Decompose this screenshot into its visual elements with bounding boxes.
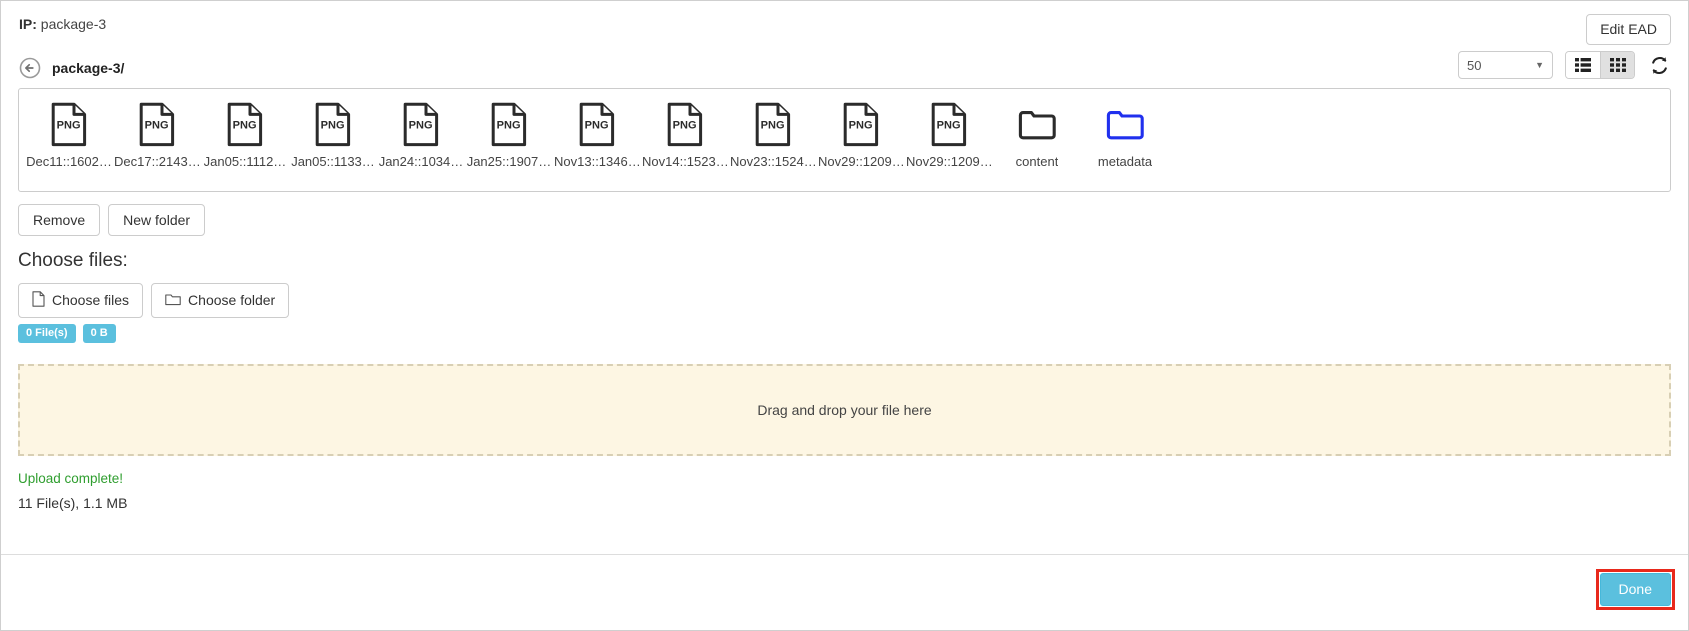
svg-text:PNG: PNG <box>145 119 169 131</box>
dropzone-wrapper: Drag and drop your file here <box>1 343 1688 457</box>
page-size-value: 50 <box>1467 57 1482 73</box>
svg-text:PNG: PNG <box>937 119 961 131</box>
view-toggle-group <box>1565 51 1635 79</box>
file-tile-label: Jan25::1907… <box>466 154 552 169</box>
dropzone-label: Drag and drop your file here <box>757 402 932 419</box>
png-file-icon: PNG <box>665 101 705 148</box>
choose-folder-button[interactable]: Choose folder <box>151 282 290 318</box>
svg-text:PNG: PNG <box>497 119 521 131</box>
svg-text:PNG: PNG <box>849 119 873 131</box>
file-tile[interactable]: PNGJan05::1133… <box>289 99 377 169</box>
ip-label-value: package-3 <box>40 16 107 32</box>
file-tile[interactable]: PNGJan05::1112… <box>201 99 289 169</box>
upload-summary: 11 File(s), 1.1 MB <box>18 494 128 511</box>
file-size-badge: 0 B <box>82 323 116 344</box>
upload-counters: 0 File(s) 0 B <box>1 318 1688 344</box>
ip-file-browser-page: IP: package-3 Edit EAD package-3/ 50 ▼ P… <box>0 0 1689 631</box>
file-tile[interactable]: PNGJan24::1034… <box>377 99 465 169</box>
svg-text:PNG: PNG <box>233 119 257 131</box>
remove-button[interactable]: Remove <box>18 204 101 237</box>
folder-icon <box>1017 101 1057 148</box>
png-file-icon: PNG <box>929 101 969 148</box>
file-tile[interactable]: PNGJan25::1907… <box>465 99 553 169</box>
file-tile-label: Dec17::2143… <box>114 154 200 169</box>
file-tile[interactable]: PNGDec11::1602… <box>25 99 113 169</box>
file-tile-label: Nov29::1209… <box>818 154 904 169</box>
svg-text:PNG: PNG <box>761 119 785 131</box>
file-tile-label: Nov14::1523… <box>642 154 728 169</box>
svg-text:PNG: PNG <box>57 119 81 131</box>
done-button[interactable]: Done <box>1599 573 1671 606</box>
page-size-select[interactable]: 50 ▼ <box>1458 51 1553 79</box>
png-file-icon: PNG <box>577 101 617 148</box>
file-tile-label: Nov23::1524… <box>730 154 816 169</box>
choose-files-title: Choose files: <box>18 250 128 272</box>
new-folder-button[interactable]: New folder <box>108 204 206 237</box>
file-tile[interactable]: PNGNov23::1524… <box>729 99 817 169</box>
svg-text:PNG: PNG <box>585 119 609 131</box>
png-file-icon: PNG <box>841 101 881 148</box>
png-file-icon: PNG <box>489 101 529 148</box>
footer-bar: Done <box>1 554 1688 630</box>
folder-icon <box>1105 101 1145 148</box>
refresh-icon[interactable] <box>1647 53 1671 77</box>
png-file-icon: PNG <box>313 101 353 148</box>
file-tile-label: Jan24::1034… <box>378 154 464 169</box>
svg-text:PNG: PNG <box>673 119 697 131</box>
folder-tile[interactable]: metadata <box>1081 99 1169 169</box>
png-file-icon: PNG <box>753 101 793 148</box>
ip-label: IP: package-3 <box>19 15 1670 33</box>
file-tile-label: Nov29::1209… <box>906 154 992 169</box>
png-file-icon: PNG <box>401 101 441 148</box>
file-actions: Remove New folder <box>1 192 1688 237</box>
list-view-icon[interactable] <box>1566 52 1600 78</box>
file-tile-label: content <box>1015 154 1059 169</box>
file-tile[interactable]: PNGNov29::1209… <box>817 99 905 169</box>
png-file-icon: PNG <box>225 101 265 148</box>
choose-files-button[interactable]: Choose files <box>18 282 144 318</box>
breadcrumb-path[interactable]: package-3/ <box>52 60 124 76</box>
top-bar: IP: package-3 Edit EAD <box>1 1 1688 48</box>
done-button-highlight: Done <box>1595 569 1675 610</box>
file-tile-label: Dec11::1602… <box>26 154 112 169</box>
file-tile-label: Jan05::1133… <box>291 154 375 169</box>
edit-ead-button[interactable]: Edit EAD <box>1586 14 1671 46</box>
upload-complete-message: Upload complete! <box>18 471 124 487</box>
file-browser-panel: PNG Dec11::1602… PNG Dec17::2143… PNG Jan05::… <box>18 88 1671 192</box>
file-tile-label: metadata <box>1097 154 1153 169</box>
upload-status: Upload complete! 11 File(s), 1.1 MB <box>1 456 1688 516</box>
folder-tile[interactable]: content <box>993 99 1081 169</box>
grid-view-icon[interactable] <box>1600 52 1634 78</box>
file-dropzone[interactable]: Drag and drop your file here <box>18 364 1671 457</box>
png-file-icon: PNG <box>49 101 89 148</box>
ip-label-key: IP: <box>19 16 37 32</box>
file-tile-label: Jan05::1112… <box>203 154 287 169</box>
svg-text:PNG: PNG <box>321 119 345 131</box>
file-tile[interactable]: PNGNov29::1209… <box>905 99 993 169</box>
file-count-badge: 0 File(s) <box>18 323 76 344</box>
breadcrumb: package-3/ <box>19 48 1670 88</box>
view-controls: 50 ▼ <box>1458 51 1671 79</box>
file-tile[interactable]: PNGNov14::1523… <box>641 99 729 169</box>
chevron-down-icon: ▼ <box>1535 60 1544 70</box>
file-tile-label: Nov13::1346… <box>554 154 640 169</box>
png-file-icon: PNG <box>137 101 177 148</box>
back-arrow-circle-icon[interactable] <box>19 57 41 79</box>
choose-folder-label: Choose folder <box>188 292 276 309</box>
choose-buttons: Choose files Choose folder <box>1 273 1688 318</box>
file-grid: PNG Dec11::1602… PNG Dec17::2143… PNG Jan05::… <box>25 99 1664 169</box>
file-tile[interactable]: PNGNov13::1346… <box>553 99 641 169</box>
choose-files-label: Choose files <box>52 292 130 309</box>
breadcrumb-row: package-3/ 50 ▼ <box>1 48 1688 88</box>
file-icon <box>32 291 45 310</box>
file-tile[interactable]: PNGDec17::2143… <box>113 99 201 169</box>
folder-icon <box>165 292 181 309</box>
svg-text:PNG: PNG <box>409 119 433 131</box>
